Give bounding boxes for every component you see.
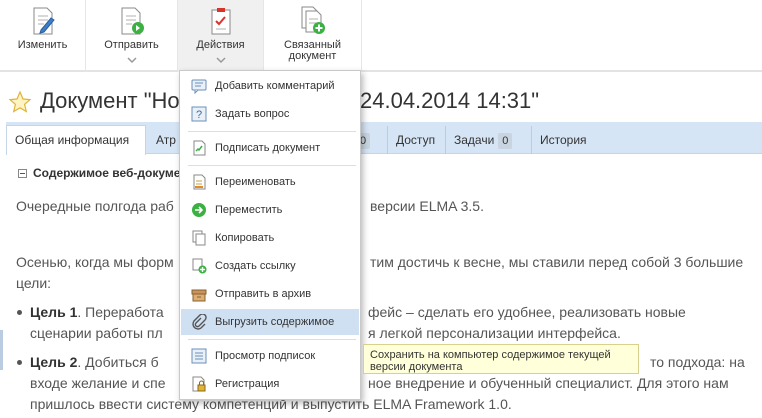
- edit-button[interactable]: Изменить: [0, 0, 86, 72]
- question-icon: ?: [191, 106, 207, 122]
- menu-item-label: Подписать документ: [215, 142, 321, 154]
- document-content: Содержимое веб-докуме Очередные полгода …: [6, 156, 762, 418]
- tooltip: Сохранить на компьютер содержимое текуще…: [363, 344, 639, 374]
- paragraph-1-left: Очередные полгода раб: [16, 198, 174, 214]
- menu-item-create-link[interactable]: Создать ссылку: [181, 253, 359, 279]
- goal-1-line2-left: сценарии работы пл: [30, 325, 163, 341]
- scroll-marker: [0, 330, 6, 370]
- actions-button[interactable]: Действия: [178, 0, 264, 72]
- tab-bar: Общая информация Атр 0 Доступ Задачи 0 Ис…: [6, 122, 762, 155]
- menu-item-label: Создать ссылку: [215, 260, 296, 272]
- linked-document-icon: [301, 6, 325, 34]
- menu-item-label: Отправить в архив: [215, 288, 312, 300]
- goal-2-label: Цель 2: [30, 354, 78, 370]
- menu-item-rename[interactable]: Переименовать: [181, 169, 359, 195]
- menu-item-registration[interactable]: Регистрация: [181, 371, 359, 397]
- edit-button-label: Изменить: [17, 39, 68, 51]
- goal-2-line3: пришлось ввести систему компетенций и вы…: [30, 396, 512, 412]
- goal-2-line2-left: входе желание и спе: [30, 375, 166, 391]
- menu-separator: [188, 165, 356, 166]
- subscriptions-icon: [191, 348, 207, 364]
- page-title-right: 24.04.2014 14:31": [360, 88, 540, 113]
- chevron-down-icon: [215, 57, 226, 64]
- registration-lock-icon: [192, 376, 206, 392]
- menu-item-label: Добавить комментарий: [215, 80, 335, 92]
- tab-tasks[interactable]: Задачи 0: [446, 126, 532, 154]
- actions-button-label: Действия: [196, 39, 245, 51]
- goal-1-label: Цель 1: [30, 304, 78, 320]
- actions-clipboard-icon: [211, 8, 230, 35]
- section-title: Содержимое веб-докуме: [33, 166, 181, 180]
- section-header[interactable]: Содержимое веб-докуме: [18, 166, 180, 180]
- paperclip-icon: [192, 314, 207, 330]
- linked-document-button[interactable]: Связанный документ: [264, 0, 362, 72]
- send-button-label: Отправить: [104, 39, 159, 51]
- goal-1-right: фейс – сделать его удобнее, реализовать …: [368, 304, 686, 320]
- goal-1-left: . Переработа: [77, 304, 164, 320]
- archive-box-icon: [191, 289, 207, 302]
- menu-item-label: Регистрация: [215, 378, 280, 390]
- menu-item-label: Переместить: [215, 204, 283, 216]
- sign-document-icon: [193, 140, 206, 156]
- tab-tasks-label: Задачи: [454, 133, 495, 147]
- goal-2-line2-right: ное внедрение и обученный специалист. Дл…: [368, 375, 729, 391]
- tasks-count-badge: 0: [498, 133, 513, 149]
- copy-icon: [192, 230, 206, 246]
- tab-attributes[interactable]: Атр: [148, 126, 180, 154]
- tab-access[interactable]: Доступ: [388, 126, 446, 154]
- collapse-icon[interactable]: [18, 169, 27, 178]
- svg-text:?: ?: [196, 109, 202, 121]
- menu-separator: [188, 339, 356, 340]
- create-link-icon: [192, 258, 207, 274]
- menu-item-move[interactable]: Переместить: [181, 197, 359, 223]
- tooltip-line2: версии документа: [370, 361, 463, 373]
- rename-icon: [193, 174, 206, 190]
- tab-history[interactable]: История: [532, 126, 600, 154]
- tooltip-line1: Сохранить на компьютер содержимое текуще…: [370, 349, 611, 361]
- chevron-down-icon: [126, 57, 137, 64]
- page-title: Документ "Нов: [40, 86, 191, 116]
- edit-document-icon: [33, 7, 55, 35]
- goal-2-right: то подхода: на: [650, 354, 745, 370]
- menu-item-label: Задать вопрос: [215, 108, 290, 120]
- tab-general[interactable]: Общая информация: [6, 125, 146, 155]
- paragraph-2-left: Осенью, когда мы форм: [16, 254, 174, 270]
- send-document-icon: [121, 7, 144, 35]
- send-button[interactable]: Отправить: [86, 0, 178, 72]
- menu-item-add-comment[interactable]: Добавить комментарий: [181, 73, 359, 99]
- linked-document-label: Связанный документ: [264, 40, 361, 62]
- toolbar: Изменить Отправить Действия Связанный до…: [0, 0, 762, 72]
- list-item-goal-2: Цель 2. Добиться б: [17, 352, 190, 373]
- favorite-star-icon[interactable]: [8, 90, 32, 114]
- menu-item-sign-document[interactable]: Подписать документ: [181, 135, 359, 161]
- move-arrow-icon: [192, 203, 206, 217]
- menu-item-label: Переименовать: [215, 176, 296, 188]
- menu-item-view-subscriptions[interactable]: Просмотр подписок: [181, 343, 359, 369]
- menu-item-ask-question[interactable]: ? Задать вопрос: [181, 101, 359, 127]
- page-title-left: Документ "Нов: [40, 88, 192, 113]
- paragraph-2-line2: цели:: [16, 275, 52, 291]
- menu-item-export-content[interactable]: Выгрузить содержимое: [181, 309, 359, 335]
- menu-item-label: Копировать: [215, 232, 275, 244]
- actions-dropdown-menu: Добавить комментарий ? Задать вопрос Под…: [179, 70, 361, 400]
- goal-1-line2-right: я легкой персонализации интерфейса.: [368, 325, 621, 341]
- paragraph-1-right: версии ELMA 3.5.: [370, 198, 484, 214]
- menu-item-copy[interactable]: Копировать: [181, 225, 359, 251]
- menu-item-label: Выгрузить содержимое: [215, 316, 335, 328]
- menu-separator: [188, 131, 356, 132]
- list-item-goal-1: Цель 1. Переработа: [17, 302, 190, 323]
- goal-2-left: . Добиться б: [77, 354, 159, 370]
- paragraph-2-right: тим достичь к весне, мы ставили перед со…: [370, 254, 744, 270]
- menu-item-label: Просмотр подписок: [215, 350, 316, 362]
- linked-document-label-line2: документ: [288, 50, 337, 62]
- menu-item-archive[interactable]: Отправить в архив: [181, 281, 359, 307]
- comment-icon: [191, 79, 207, 94]
